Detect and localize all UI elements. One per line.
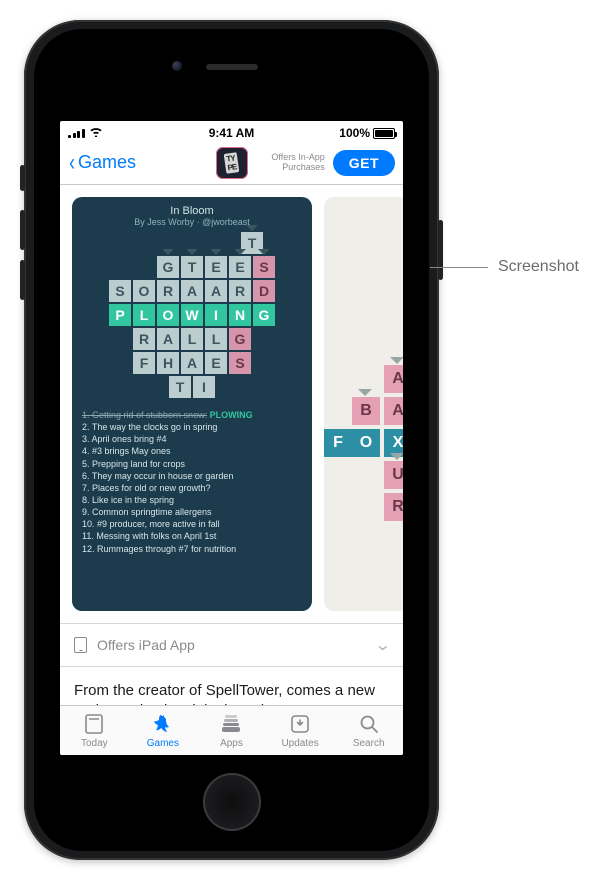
callout-line: [430, 267, 488, 268]
screenshot-1[interactable]: In Bloom By Jess Worby · @jworbeast TGTE…: [72, 197, 312, 611]
get-button[interactable]: GET: [333, 150, 395, 176]
status-time: 9:41 AM: [209, 126, 255, 140]
screenshot-1-header: In Bloom By Jess Worby · @jworbeast: [72, 197, 312, 229]
screenshot-carousel[interactable]: In Bloom By Jess Worby · @jworbeast TGTE…: [60, 185, 403, 623]
battery-icon: [373, 128, 395, 139]
phone-frame: 9:41 AM 100% ‹ Games TYPE Offers In-App …: [24, 20, 439, 860]
tab-bar: Today Games Apps Updates Search: [60, 705, 403, 755]
iap-label: Offers In-App Purchases: [271, 153, 324, 173]
product-page-content[interactable]: In Bloom By Jess Worby · @jworbeast TGTE…: [60, 185, 403, 705]
offers-ipad-label: Offers iPad App: [97, 637, 195, 653]
games-icon: [151, 712, 175, 736]
volume-up-button: [20, 210, 25, 250]
screenshot-1-grid: TGTEESSORAARDPLOWINGRALLGFHAESTI: [72, 229, 312, 405]
tab-games[interactable]: Games: [129, 706, 198, 755]
home-button[interactable]: [203, 773, 261, 831]
screenshot-1-clues: 1. Getting rid of stubborn snow: PLOWING…: [72, 405, 312, 563]
tab-label: Search: [353, 738, 385, 749]
apps-icon: [219, 712, 243, 736]
chevron-down-icon: ⌄: [374, 635, 391, 655]
callout-label: Screenshot: [498, 258, 579, 276]
updates-icon: [288, 712, 312, 736]
search-icon: [357, 712, 381, 736]
tab-label: Games: [147, 738, 179, 749]
battery-percent: 100%: [339, 126, 370, 140]
wifi-icon: [89, 126, 103, 140]
ipad-icon: [74, 637, 87, 653]
phone-bezel: 9:41 AM 100% ‹ Games TYPE Offers In-App …: [34, 29, 429, 851]
today-icon: [82, 712, 106, 736]
app-description: From the creator of SpellTower, comes a …: [60, 667, 403, 705]
tab-label: Updates: [281, 738, 318, 749]
screen: 9:41 AM 100% ‹ Games TYPE Offers In-App …: [60, 121, 403, 755]
tab-search[interactable]: Search: [334, 706, 403, 755]
back-label: Games: [78, 152, 136, 173]
status-bar: 9:41 AM 100%: [60, 121, 403, 141]
tab-updates[interactable]: Updates: [266, 706, 335, 755]
volume-down-button: [20, 260, 25, 300]
nav-bar: ‹ Games TYPE Offers In-App Purchases GET: [60, 141, 403, 185]
tab-label: Today: [81, 738, 108, 749]
mute-switch: [20, 165, 25, 191]
app-icon[interactable]: TYPE: [216, 147, 248, 179]
tab-label: Apps: [220, 738, 243, 749]
callout-screenshot: Screenshot: [430, 258, 579, 276]
screenshot-2[interactable]: BANAFOXUR: [324, 197, 403, 611]
tab-apps[interactable]: Apps: [197, 706, 266, 755]
offers-ipad-row[interactable]: Offers iPad App ⌄: [60, 623, 403, 667]
signal-icon: [68, 128, 85, 138]
chevron-left-icon: ‹: [69, 151, 75, 175]
tab-today[interactable]: Today: [60, 706, 129, 755]
battery-indicator: 100%: [339, 126, 395, 140]
back-button[interactable]: ‹ Games: [68, 151, 136, 175]
speaker-grille: [206, 64, 258, 70]
front-camera: [172, 61, 182, 71]
